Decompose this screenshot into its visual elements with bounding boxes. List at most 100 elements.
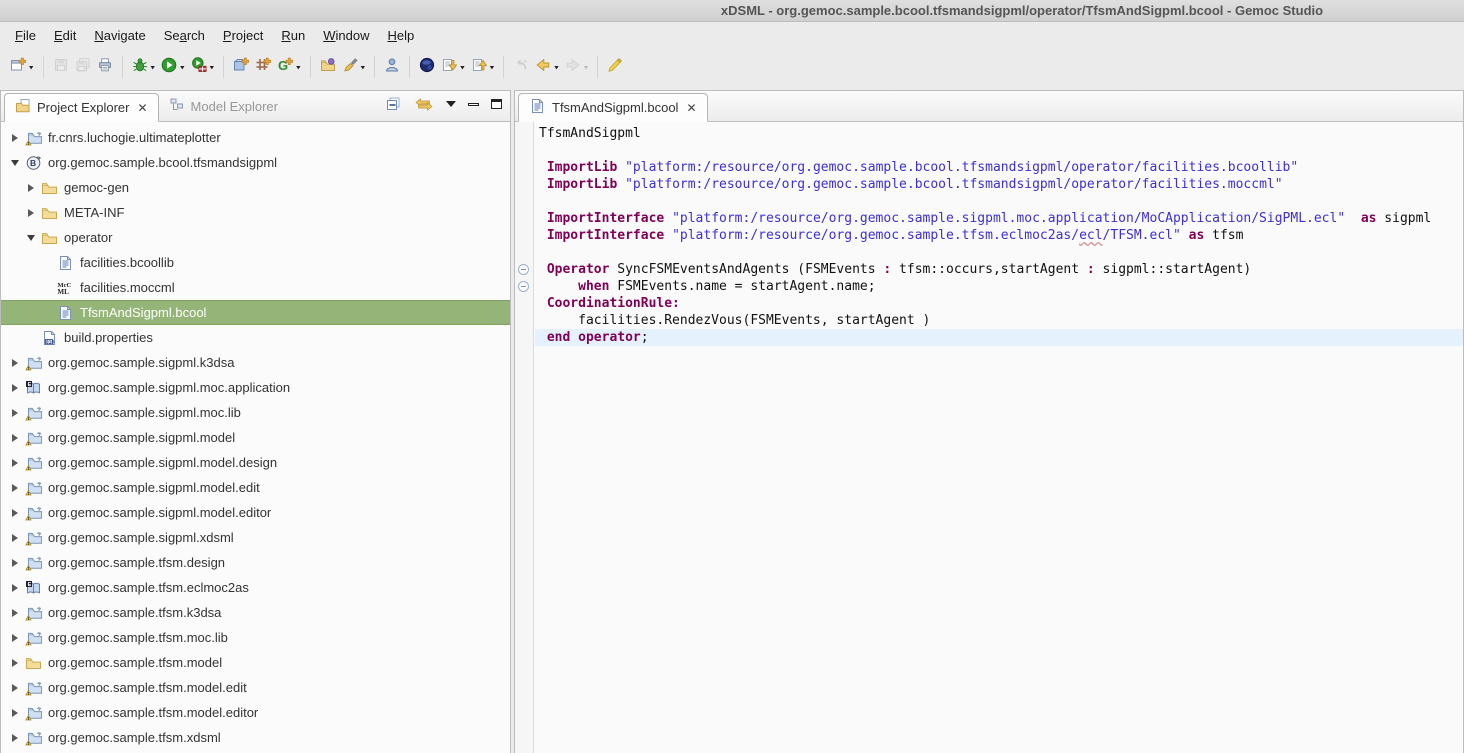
expand-arrow-icon[interactable] <box>7 459 23 467</box>
expand-arrow-icon[interactable] <box>7 434 23 442</box>
menu-run[interactable]: Run <box>272 25 314 46</box>
expand-arrow-icon[interactable] <box>7 634 23 642</box>
code-line-8[interactable] <box>515 244 1463 261</box>
dropdown-arrow-icon[interactable]: ▾ <box>460 63 465 72</box>
toolbar-new-grid-file-button[interactable] <box>252 54 274 81</box>
tree-item-operator[interactable]: operator <box>1 225 510 250</box>
code-line-6[interactable]: ImportInterface "platform:/resource/org.… <box>515 210 1463 227</box>
tree-item-org-gemoc-sample-tfsm-eclmoc2as[interactable]: Eorg.gemoc.sample.tfsm.eclmoc2as <box>1 575 510 600</box>
dropdown-arrow-icon[interactable]: ▾ <box>151 63 156 72</box>
code-line-13[interactable]: end operator; <box>515 329 1463 346</box>
link-with-editor-icon[interactable] <box>414 96 434 112</box>
tab-project-explorer[interactable]: Project Explorer ✕ <box>4 93 159 122</box>
toolbar-coverage-button[interactable]: ▾ <box>188 54 218 81</box>
tree-item-org-gemoc-sample-tfsm-moc-lib[interactable]: org.gemoc.sample.tfsm.moc.lib <box>1 625 510 650</box>
expand-arrow-icon[interactable] <box>7 384 23 392</box>
code-line-5[interactable] <box>515 193 1463 210</box>
tab-editor-tfsmandsigpml[interactable]: TfsmAndSigpml.bcool ✕ <box>518 93 708 122</box>
expand-arrow-icon[interactable] <box>7 584 23 592</box>
code-line-1[interactable]: TfsmAndSigpml <box>515 125 1463 142</box>
code-line-9[interactable]: Operator SyncFSMEventsAndAgents (FSMEven… <box>515 261 1463 278</box>
expand-arrow-icon[interactable] <box>7 534 23 542</box>
tree-item-gemoc-gen[interactable]: gemoc-gen <box>1 175 510 200</box>
code-line-4[interactable]: ImportLib "platform:/resource/org.gemoc.… <box>515 176 1463 193</box>
tree-item-org-gemoc-sample-sigpml-k3dsa[interactable]: org.gemoc.sample.sigpml.k3dsa <box>1 350 510 375</box>
menu-project[interactable]: Project <box>214 25 272 46</box>
expand-arrow-icon[interactable] <box>7 559 23 567</box>
minimize-icon[interactable] <box>468 103 479 106</box>
dropdown-arrow-icon[interactable]: ▾ <box>490 63 495 72</box>
tree-item-org-gemoc-sample-tfsm-model-edit[interactable]: org.gemoc.sample.tfsm.model.edit <box>1 675 510 700</box>
toolbar-web-browser-button[interactable] <box>416 54 438 81</box>
expand-arrow-icon[interactable] <box>7 734 23 742</box>
toolbar-mark-occurrences-button[interactable] <box>604 54 626 81</box>
tree-item-org-gemoc-sample-sigpml-xdsml[interactable]: org.gemoc.sample.sigpml.xdsml <box>1 525 510 550</box>
close-icon[interactable]: ✕ <box>686 101 696 115</box>
menu-navigate[interactable]: Navigate <box>85 25 154 46</box>
dropdown-arrow-icon[interactable]: ▾ <box>180 63 185 72</box>
tree-item-build-properties[interactable]: 010build.properties <box>1 325 510 350</box>
tree-item-org-gemoc-sample-tfsm-model[interactable]: org.gemoc.sample.tfsm.model <box>1 650 510 675</box>
menu-help[interactable]: Help <box>378 25 423 46</box>
toolbar-new-wizard-button[interactable]: ▾ <box>7 54 37 81</box>
tree-item-org-gemoc-sample-tfsm-model-editor[interactable]: org.gemoc.sample.tfsm.model.editor <box>1 700 510 725</box>
dropdown-arrow-icon[interactable]: ▾ <box>361 63 366 72</box>
tree-item-org-gemoc-sample-sigpml-moc-application[interactable]: Eorg.gemoc.sample.sigpml.moc.application <box>1 375 510 400</box>
toolbar-debug-button[interactable]: ▾ <box>129 54 159 81</box>
toolbar-new-moccml-file-button[interactable] <box>230 54 252 81</box>
expand-arrow-icon[interactable] <box>7 484 23 492</box>
tree-item-org-gemoc-sample-tfsm-k3dsa[interactable]: org.gemoc.sample.tfsm.k3dsa <box>1 600 510 625</box>
tree-item-org-gemoc-sample-tfsm-xdsml[interactable]: org.gemoc.sample.tfsm.xdsml <box>1 725 510 750</box>
toolbar-open-model-button[interactable] <box>317 54 339 81</box>
expand-arrow-icon[interactable] <box>7 134 23 142</box>
menu-window[interactable]: Window <box>314 25 378 46</box>
tree-item-org-gemoc-sample-sigpml-moc-lib[interactable]: org.gemoc.sample.sigpml.moc.lib <box>1 400 510 425</box>
expand-arrow-icon[interactable] <box>7 609 23 617</box>
toolbar-user-assist-button[interactable] <box>381 54 403 81</box>
expand-arrow-icon[interactable] <box>7 509 23 517</box>
menu-search[interactable]: Search <box>155 25 214 46</box>
code-line-10[interactable]: when FSMEvents.name = startAgent.name; <box>515 278 1463 295</box>
tab-model-explorer[interactable]: Model Explorer <box>159 92 288 121</box>
dropdown-arrow-icon[interactable]: ▾ <box>296 63 301 72</box>
fold-collapse-icon[interactable] <box>518 264 529 275</box>
tree-item-org-gemoc-sample-sigpml-model-editor[interactable]: org.gemoc.sample.sigpml.model.editor <box>1 500 510 525</box>
code-line-2[interactable] <box>515 142 1463 159</box>
code-editor[interactable]: TfsmAndSigpml ImportLib "platform:/resou… <box>515 122 1463 753</box>
view-menu-icon[interactable] <box>446 101 456 107</box>
expand-arrow-icon[interactable] <box>7 709 23 717</box>
maximize-icon[interactable] <box>491 99 502 109</box>
expand-arrow-icon[interactable] <box>7 409 23 417</box>
code-line-11[interactable]: CoordinationRule: <box>515 295 1463 312</box>
expand-arrow-icon[interactable] <box>23 209 39 217</box>
fold-collapse-icon[interactable] <box>518 281 529 292</box>
tree-item-facilities-bcoollib[interactable]: facilities.bcoollib <box>1 250 510 275</box>
tree-item-fr-cnrs-luchogie-ultimateplotter[interactable]: fr.cnrs.luchogie.ultimateplotter <box>1 125 510 150</box>
expand-arrow-icon[interactable] <box>7 684 23 692</box>
toolbar-back-button[interactable]: ▾ <box>532 54 562 81</box>
tree-item-org-gemoc-sample-sigpml-model[interactable]: org.gemoc.sample.sigpml.model <box>1 425 510 450</box>
tree-item-org-gemoc-sample-sigpml-model-design[interactable]: org.gemoc.sample.sigpml.model.design <box>1 450 510 475</box>
tree-item-tfsmandsigpml-bcool[interactable]: TfsmAndSigpml.bcool <box>1 300 510 325</box>
collapse-all-icon[interactable] <box>384 96 402 112</box>
tree-item-meta-inf[interactable]: META-INF <box>1 200 510 225</box>
menu-file[interactable]: File <box>6 25 45 46</box>
menu-edit[interactable]: Edit <box>45 25 85 46</box>
toolbar-print-button[interactable] <box>94 54 116 81</box>
toolbar-external-tools-button[interactable]: ▾ <box>339 54 369 81</box>
expand-arrow-icon[interactable] <box>7 659 23 667</box>
close-icon[interactable]: ✕ <box>137 101 147 115</box>
expand-arrow-icon[interactable] <box>23 184 39 192</box>
code-line-12[interactable]: facilities.RendezVous(FSMEvents, startAg… <box>515 312 1463 329</box>
code-line-7[interactable]: ImportInterface "platform:/resource/org.… <box>515 227 1463 244</box>
collapse-arrow-icon[interactable] <box>23 235 39 241</box>
toolbar-run-button[interactable]: ▾ <box>158 54 188 81</box>
code-line-3[interactable]: ImportLib "platform:/resource/org.gemoc.… <box>515 159 1463 176</box>
toolbar-import-outline-button[interactable]: ▾ <box>438 54 468 81</box>
tree-item-facilities-moccml[interactable]: McCMLfacilities.moccml <box>1 275 510 300</box>
expand-arrow-icon[interactable] <box>7 359 23 367</box>
tree-item-org-gemoc-sample-tfsm-design[interactable]: org.gemoc.sample.tfsm.design <box>1 550 510 575</box>
collapse-arrow-icon[interactable] <box>7 160 23 166</box>
dropdown-arrow-icon[interactable]: ▾ <box>210 63 215 72</box>
tree-item-org-gemoc-sample-sigpml-model-edit[interactable]: org.gemoc.sample.sigpml.model.edit <box>1 475 510 500</box>
